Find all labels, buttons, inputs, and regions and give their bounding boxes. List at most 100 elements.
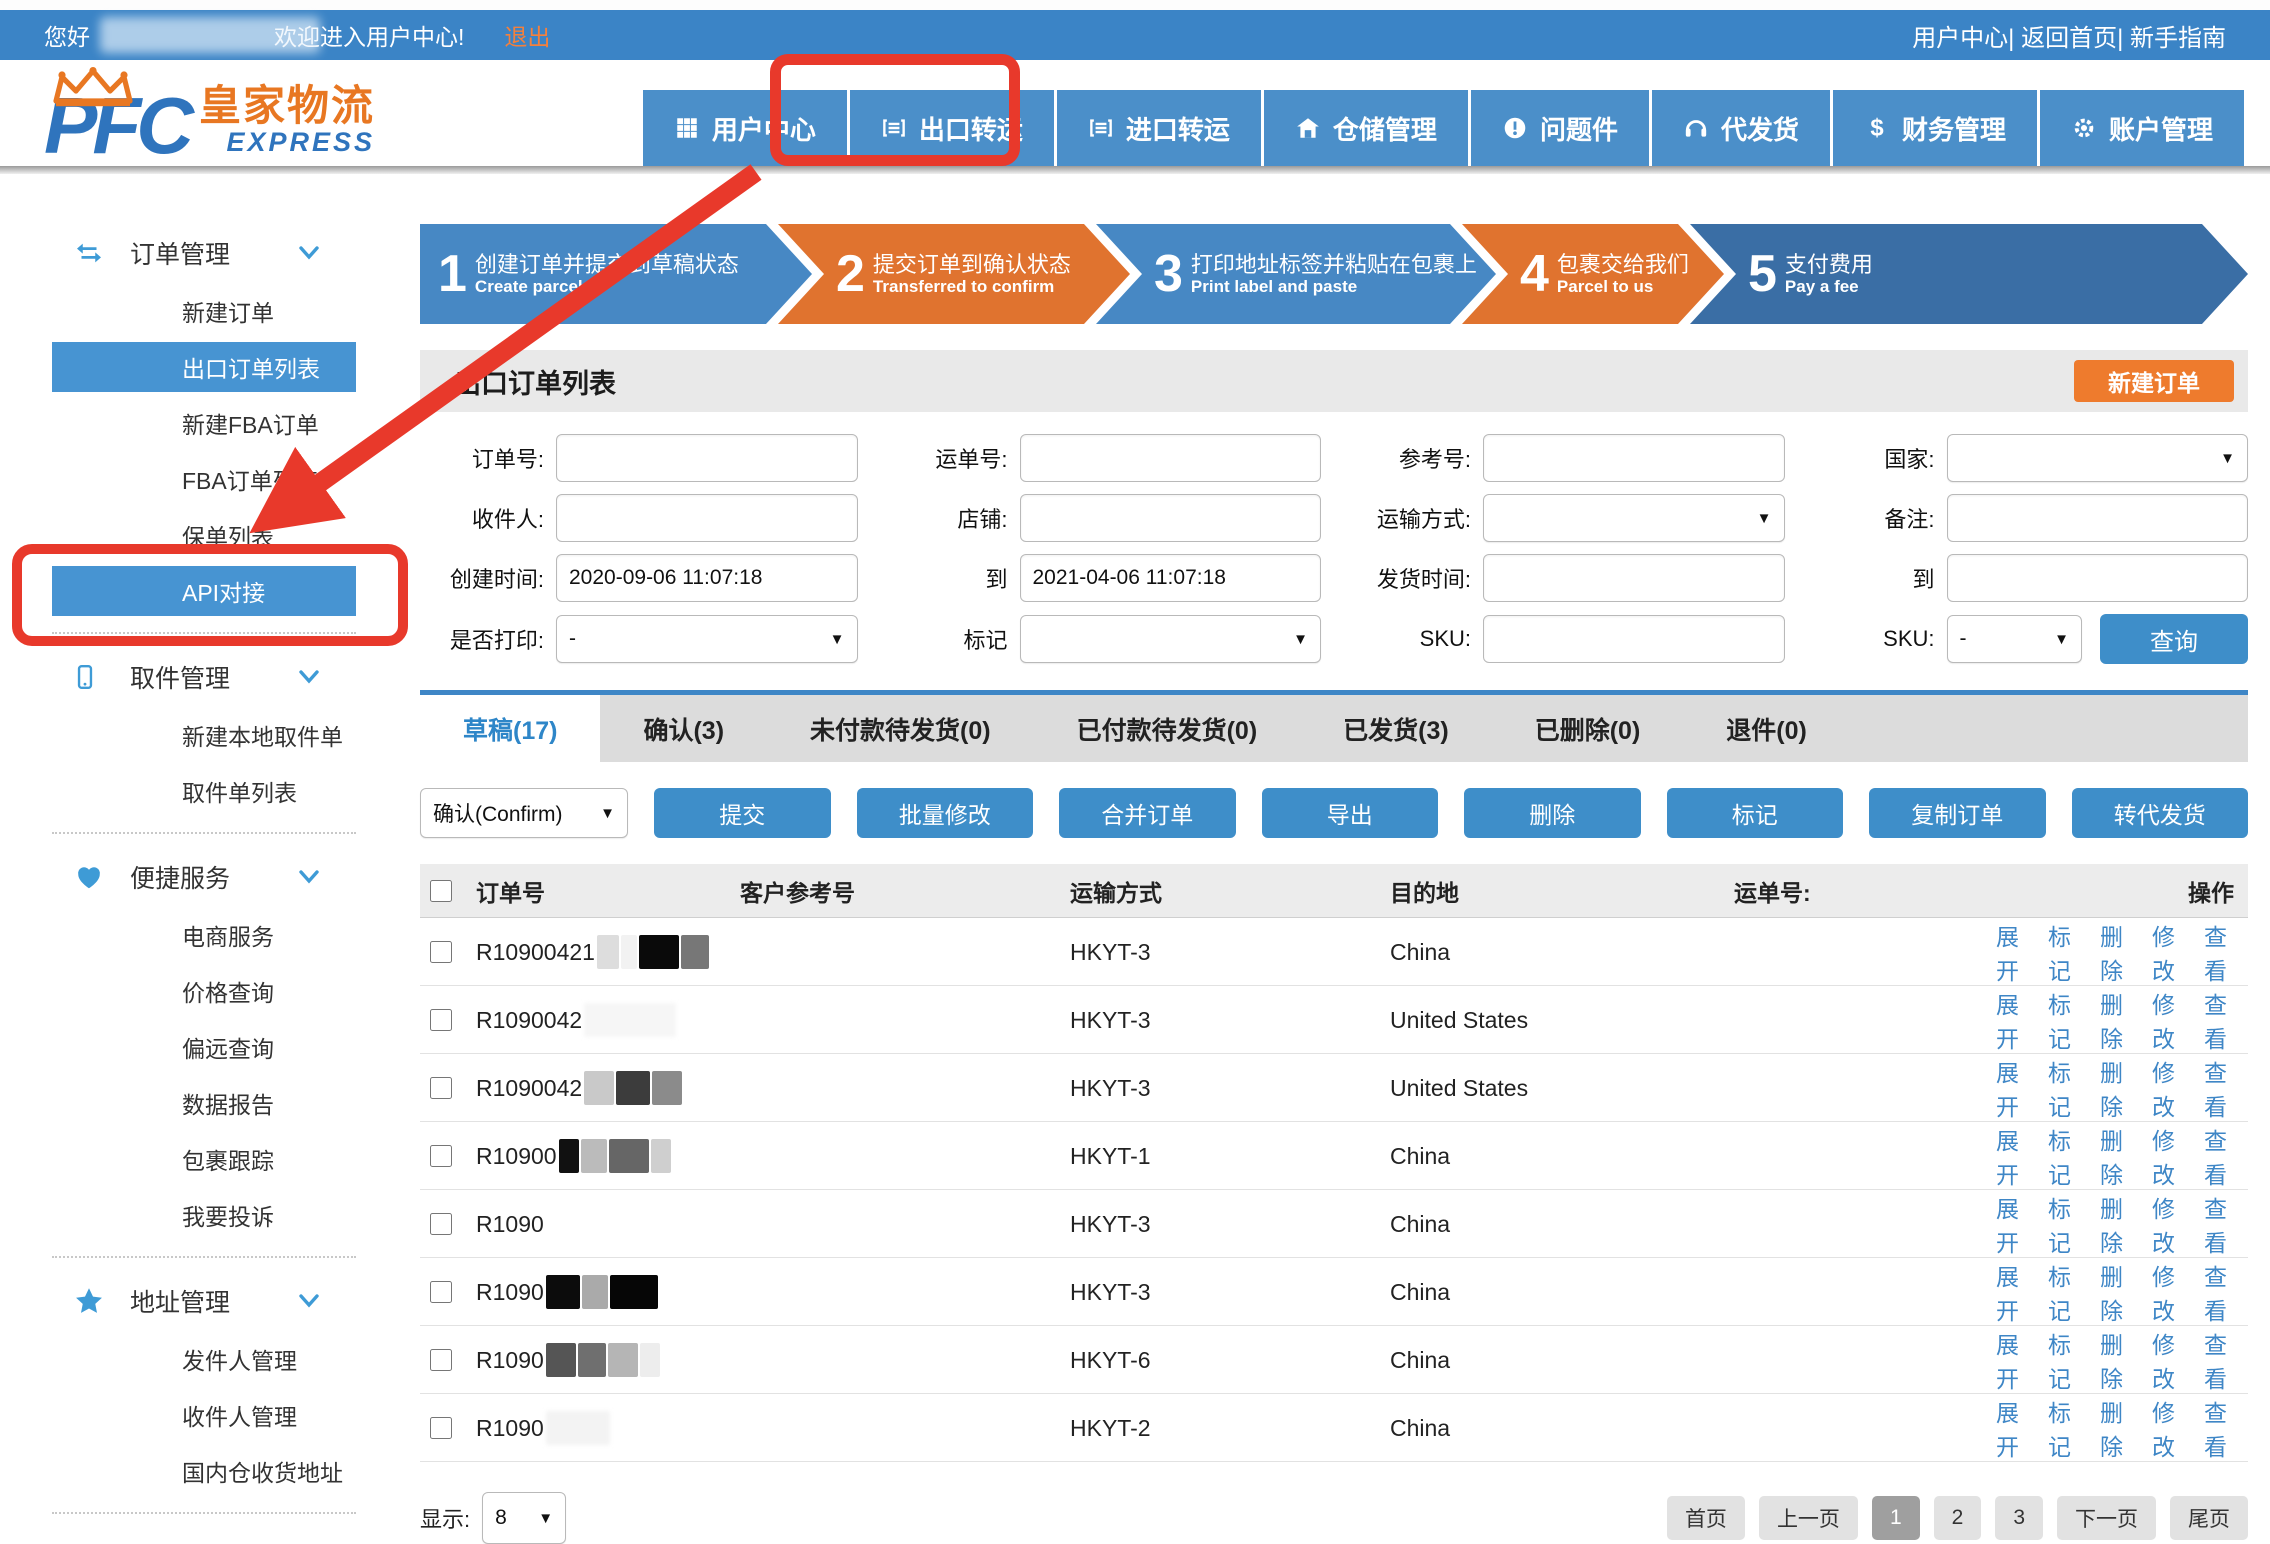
expand-link[interactable]: 展开 [1996,986,2032,1054]
nav-import-transfer[interactable]: 进口转运 [1057,90,1261,166]
delete-link[interactable]: 删除 [2100,1190,2136,1258]
sidebar-section-convenient-services[interactable]: 便捷服务 [0,850,362,904]
sidebar-item-new-local-pickup[interactable]: 新建本地取件单 [52,710,356,760]
topbar-links[interactable]: 用户中心| 返回首页| 新手指南 [1912,18,2226,53]
export-button[interactable]: 导出 [1262,788,1439,838]
sidebar-item-pickup-list[interactable]: 取件单列表 [52,766,356,816]
logout-link[interactable]: 退出 [504,18,550,52]
mark-link[interactable]: 标记 [2048,986,2084,1054]
search-button[interactable]: 查询 [2100,614,2248,664]
remark-input[interactable] [1947,494,2249,542]
next-page-button[interactable]: 下一页 [2057,1496,2156,1540]
expand-link[interactable]: 展开 [1996,1326,2032,1394]
mark-link[interactable]: 标记 [2048,1054,2084,1122]
mark-link[interactable]: 标记 [2048,1258,2084,1326]
sidebar-section-pickup-management[interactable]: 取件管理 [0,650,362,704]
mark-select[interactable]: ▼ [1020,615,1322,663]
select-all-checkbox[interactable] [430,880,452,902]
tab-confirmed[interactable]: 确认(3) [600,695,767,762]
delete-link[interactable]: 删除 [2100,986,2136,1054]
last-page-button[interactable]: 尾页 [2170,1496,2248,1540]
edit-link[interactable]: 修改 [2152,918,2188,986]
mark-link[interactable]: 标记 [2048,1394,2084,1462]
chevron-down-icon[interactable] [296,1291,322,1311]
merge-orders-button[interactable]: 合并订单 [1059,788,1236,838]
created-to-input[interactable] [1020,554,1322,602]
sidebar-item-insurance-list[interactable]: 保单列表 [52,510,356,560]
nav-account[interactable]: 账户管理 [2040,90,2244,166]
delete-link[interactable]: 删除 [2100,1054,2136,1122]
nav-user-center[interactable]: 用户中心 [643,90,847,166]
confirm-action-select[interactable]: 确认(Confirm)▼ [420,788,628,838]
row-checkbox[interactable] [430,941,452,963]
mark-link[interactable]: 标记 [2048,1190,2084,1258]
sidebar-item-new-order[interactable]: 新建订单 [52,286,356,336]
new-order-button[interactable]: 新建订单 [2074,360,2234,402]
page-3-button[interactable]: 3 [1995,1496,2043,1540]
waybill-no-input[interactable] [1020,434,1322,482]
view-link[interactable]: 查看 [2204,918,2240,986]
created-from-input[interactable] [556,554,858,602]
row-checkbox[interactable] [430,1009,452,1031]
edit-link[interactable]: 修改 [2152,1326,2188,1394]
page-1-button[interactable]: 1 [1872,1496,1920,1540]
sidebar-section-address-management[interactable]: 地址管理 [0,1274,362,1328]
ref-no-input[interactable] [1483,434,1785,482]
edit-link[interactable]: 修改 [2152,1122,2188,1190]
sku-select[interactable]: -▼ [1947,615,2083,663]
sku-input[interactable] [1483,615,1785,663]
edit-link[interactable]: 修改 [2152,1258,2188,1326]
chevron-down-icon[interactable] [296,867,322,887]
transport-select[interactable]: ▼ [1483,494,1785,542]
tab-returned[interactable]: 退件(0) [1683,695,1850,762]
view-link[interactable]: 查看 [2204,986,2240,1054]
tab-unpaid-to-ship[interactable]: 未付款待发货(0) [767,695,1034,762]
row-checkbox[interactable] [430,1145,452,1167]
delete-link[interactable]: 删除 [2100,1394,2136,1462]
mark-link[interactable]: 标记 [2048,1122,2084,1190]
transfer-dropship-button[interactable]: 转代发货 [2072,788,2249,838]
expand-link[interactable]: 展开 [1996,1054,2032,1122]
view-link[interactable]: 查看 [2204,1122,2240,1190]
page-size-select[interactable]: 8▼ [482,1492,566,1544]
row-checkbox[interactable] [430,1213,452,1235]
submit-button[interactable]: 提交 [654,788,831,838]
sidebar-item-complaint[interactable]: 我要投诉 [52,1190,356,1240]
page-2-button[interactable]: 2 [1934,1496,1982,1540]
country-select[interactable]: ▼ [1947,434,2249,482]
mark-link[interactable]: 标记 [2048,918,2084,986]
sidebar-item-remote-inquiry[interactable]: 偏远查询 [52,1022,356,1072]
tab-deleted[interactable]: 已删除(0) [1492,695,1684,762]
expand-link[interactable]: 展开 [1996,1258,2032,1326]
edit-link[interactable]: 修改 [2152,1190,2188,1258]
delete-button[interactable]: 删除 [1464,788,1641,838]
sidebar-item-ecommerce-service[interactable]: 电商服务 [52,910,356,960]
view-link[interactable]: 查看 [2204,1326,2240,1394]
edit-link[interactable]: 修改 [2152,1394,2188,1462]
sidebar-item-data-report[interactable]: 数据报告 [52,1078,356,1128]
first-page-button[interactable]: 首页 [1667,1496,1745,1540]
prev-page-button[interactable]: 上一页 [1759,1496,1858,1540]
expand-link[interactable]: 展开 [1996,1122,2032,1190]
nav-finance[interactable]: $ 财务管理 [1833,90,2037,166]
sidebar-section-order-management[interactable]: 订单管理 [0,226,362,280]
mark-button[interactable]: 标记 [1667,788,1844,838]
nav-dropshipping[interactable]: 代发货 [1652,90,1830,166]
tab-draft[interactable]: 草稿(17) [420,695,600,762]
shop-input[interactable] [1020,494,1322,542]
delete-link[interactable]: 删除 [2100,918,2136,986]
nav-export-transfer[interactable]: 出口转运 [850,90,1054,166]
edit-link[interactable]: 修改 [2152,986,2188,1054]
delete-link[interactable]: 删除 [2100,1326,2136,1394]
row-checkbox[interactable] [430,1417,452,1439]
sidebar-item-price-inquiry[interactable]: 价格查询 [52,966,356,1016]
delete-link[interactable]: 删除 [2100,1258,2136,1326]
view-link[interactable]: 查看 [2204,1394,2240,1462]
view-link[interactable]: 查看 [2204,1258,2240,1326]
sidebar-item-export-order-list[interactable]: 出口订单列表 [52,342,356,392]
tab-shipped[interactable]: 已发货(3) [1300,695,1492,762]
ship-time-from-input[interactable] [1483,554,1785,602]
sidebar-item-fba-order-list[interactable]: FBA订单列表 [52,454,356,504]
receiver-input[interactable] [556,494,858,542]
ship-time-to-input[interactable] [1947,554,2249,602]
